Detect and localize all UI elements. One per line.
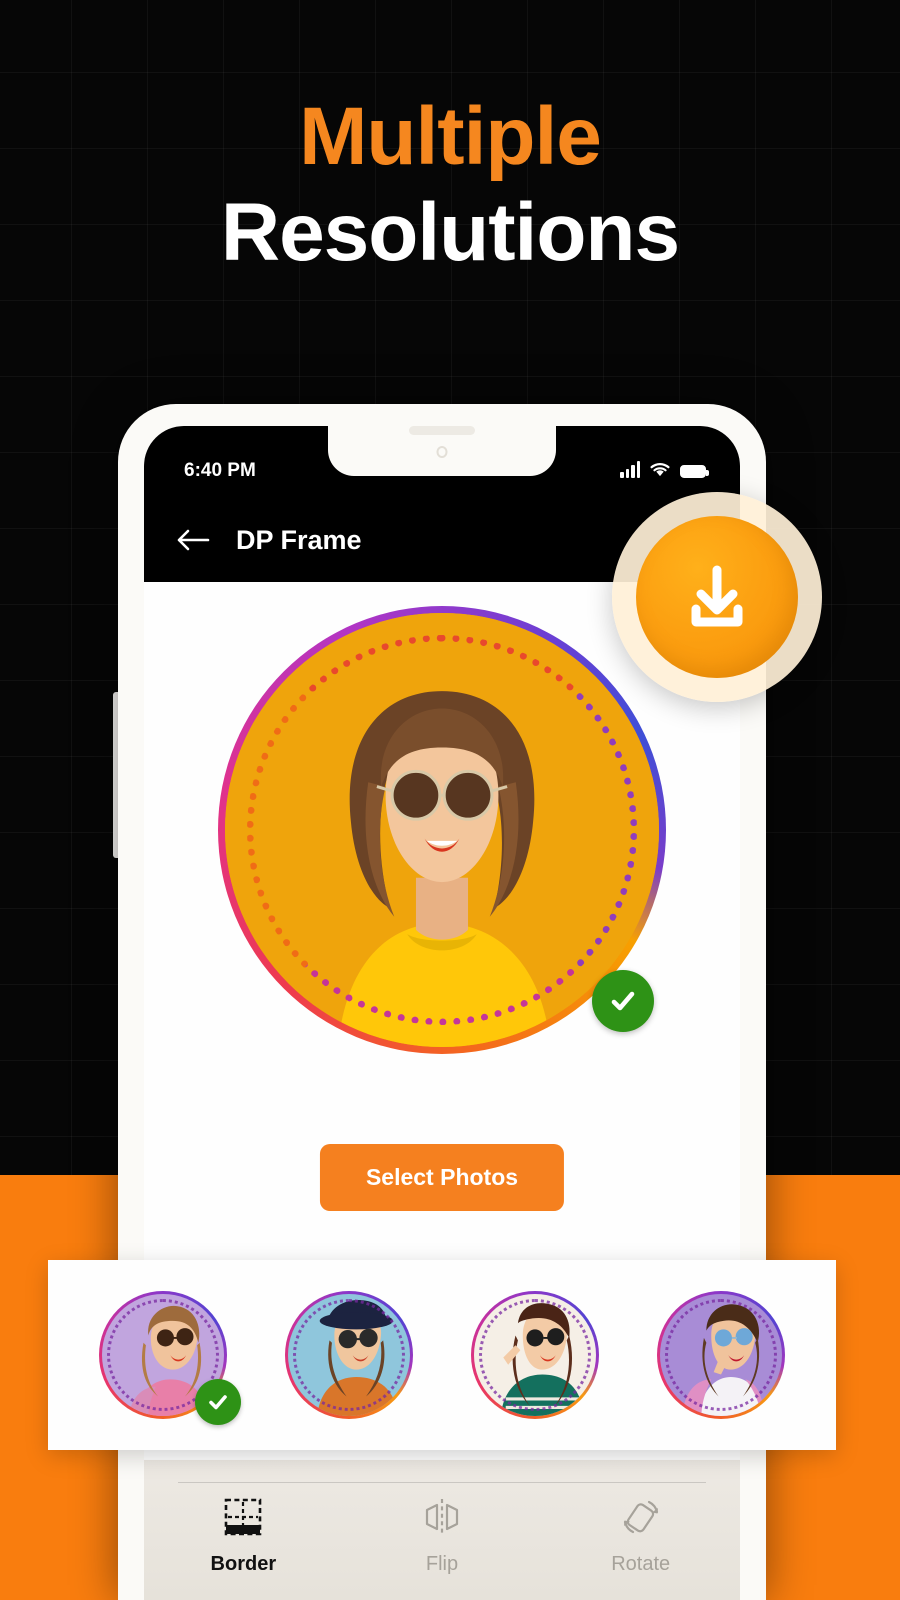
select-photos-button[interactable]: Select Photos (319, 1144, 565, 1211)
border-icon (225, 1498, 262, 1536)
status-bar: 6:40 PM (144, 426, 740, 498)
earpiece-speaker (409, 426, 475, 435)
selected-check-badge (592, 970, 654, 1032)
toolbar-label-flip: Flip (425, 1553, 459, 1575)
toolbar-divider (178, 1482, 706, 1483)
thumbnail-dotted-ring-2 (293, 1299, 405, 1411)
rotate-icon (623, 1500, 658, 1534)
thumbnail-dotted-ring-3 (479, 1299, 591, 1411)
flip-icon (425, 1499, 459, 1535)
battery-full-icon (680, 464, 709, 478)
download-icon (691, 565, 743, 627)
toolbar-label-border: Border (210, 1553, 277, 1575)
check-icon (611, 991, 635, 1011)
toolbar-item-border[interactable]: Border (144, 1494, 343, 1576)
wifi-icon (650, 463, 670, 477)
front-camera-icon (436, 446, 448, 458)
status-icons (620, 460, 709, 478)
thumbnail-dotted-ring-4 (665, 1299, 777, 1411)
frame-dotted-ring (247, 635, 637, 1025)
thumbnail-check-badge-1 (195, 1379, 241, 1425)
toolbar-item-flip[interactable]: Flip (343, 1494, 542, 1576)
back-arrow-icon[interactable] (176, 528, 210, 552)
editor-toolbar: Border Flip Rotate (144, 1460, 740, 1600)
cellular-bars-icon (620, 460, 640, 478)
toolbar-item-rotate[interactable]: Rotate (541, 1494, 740, 1576)
headline-line-2: Resolutions (220, 187, 680, 278)
dp-frame-preview[interactable] (218, 606, 666, 1054)
thumbnail-item-3[interactable] (471, 1291, 599, 1419)
headline-line-1: Multiple (299, 91, 602, 182)
toolbar-label-rotate: Rotate (611, 1553, 671, 1575)
app-title: DP Frame (236, 524, 362, 555)
phone-notch (328, 426, 556, 476)
frame-thumbnail-strip[interactable] (48, 1260, 836, 1450)
thumbnail-item-1[interactable] (99, 1291, 241, 1425)
download-button-core (636, 516, 798, 678)
thumbnail-item-2[interactable] (285, 1291, 413, 1419)
frame-photo (225, 613, 659, 1047)
thumbnail-item-4[interactable] (657, 1291, 785, 1419)
promo-headline: Multiple Resolutions (0, 96, 900, 274)
check-icon (209, 1395, 227, 1410)
download-button[interactable] (612, 492, 822, 702)
status-time: 6:40 PM (184, 459, 256, 481)
